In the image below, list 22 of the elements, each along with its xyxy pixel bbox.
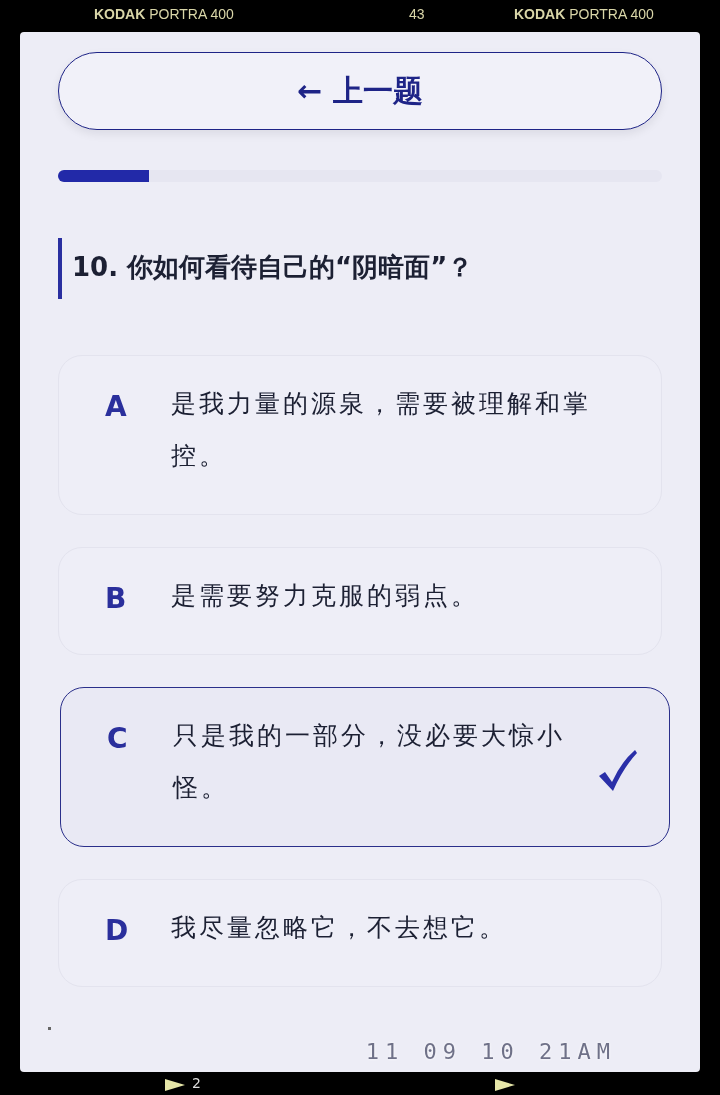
triangle-icon	[495, 1079, 515, 1091]
option-text: 我尽量忽略它，不去想它。	[171, 912, 508, 944]
film-label: KODAK PORTRA 400	[514, 6, 654, 22]
previous-question-button[interactable]: ← 上一题	[58, 52, 662, 130]
checkmark-icon	[597, 748, 637, 792]
answer-option[interactable]: C 只是我的一部分，没必要大惊小怪。	[60, 687, 670, 847]
answer-option[interactable]: A 是我力量的源泉，需要被理解和掌控。	[58, 355, 662, 515]
option-letter: D	[105, 914, 130, 947]
option-letter: A	[105, 390, 128, 423]
option-text: 是我力量的源泉，需要被理解和掌控。	[171, 388, 592, 472]
option-text: 只是我的一部分，没必要大惊小怪。	[173, 720, 566, 804]
option-letter: B	[105, 582, 128, 615]
answer-option[interactable]: D 我尽量忽略它，不去想它。	[58, 879, 662, 987]
question-title: 10. 你如何看待自己的“阴暗面”？	[58, 238, 662, 299]
film-label: 43	[409, 6, 425, 22]
answer-option[interactable]: B 是需要努力克服的弱点。	[58, 547, 662, 655]
date-text: 11 09 10 21AM	[365, 1039, 616, 1064]
option-letter: C	[107, 722, 129, 755]
film-label: KODAK PORTRA 400	[94, 6, 234, 22]
triangle-icon	[165, 1079, 185, 1091]
option-text: 是需要努力克服的弱点。	[171, 580, 480, 612]
frame-number: 2	[192, 1075, 201, 1091]
